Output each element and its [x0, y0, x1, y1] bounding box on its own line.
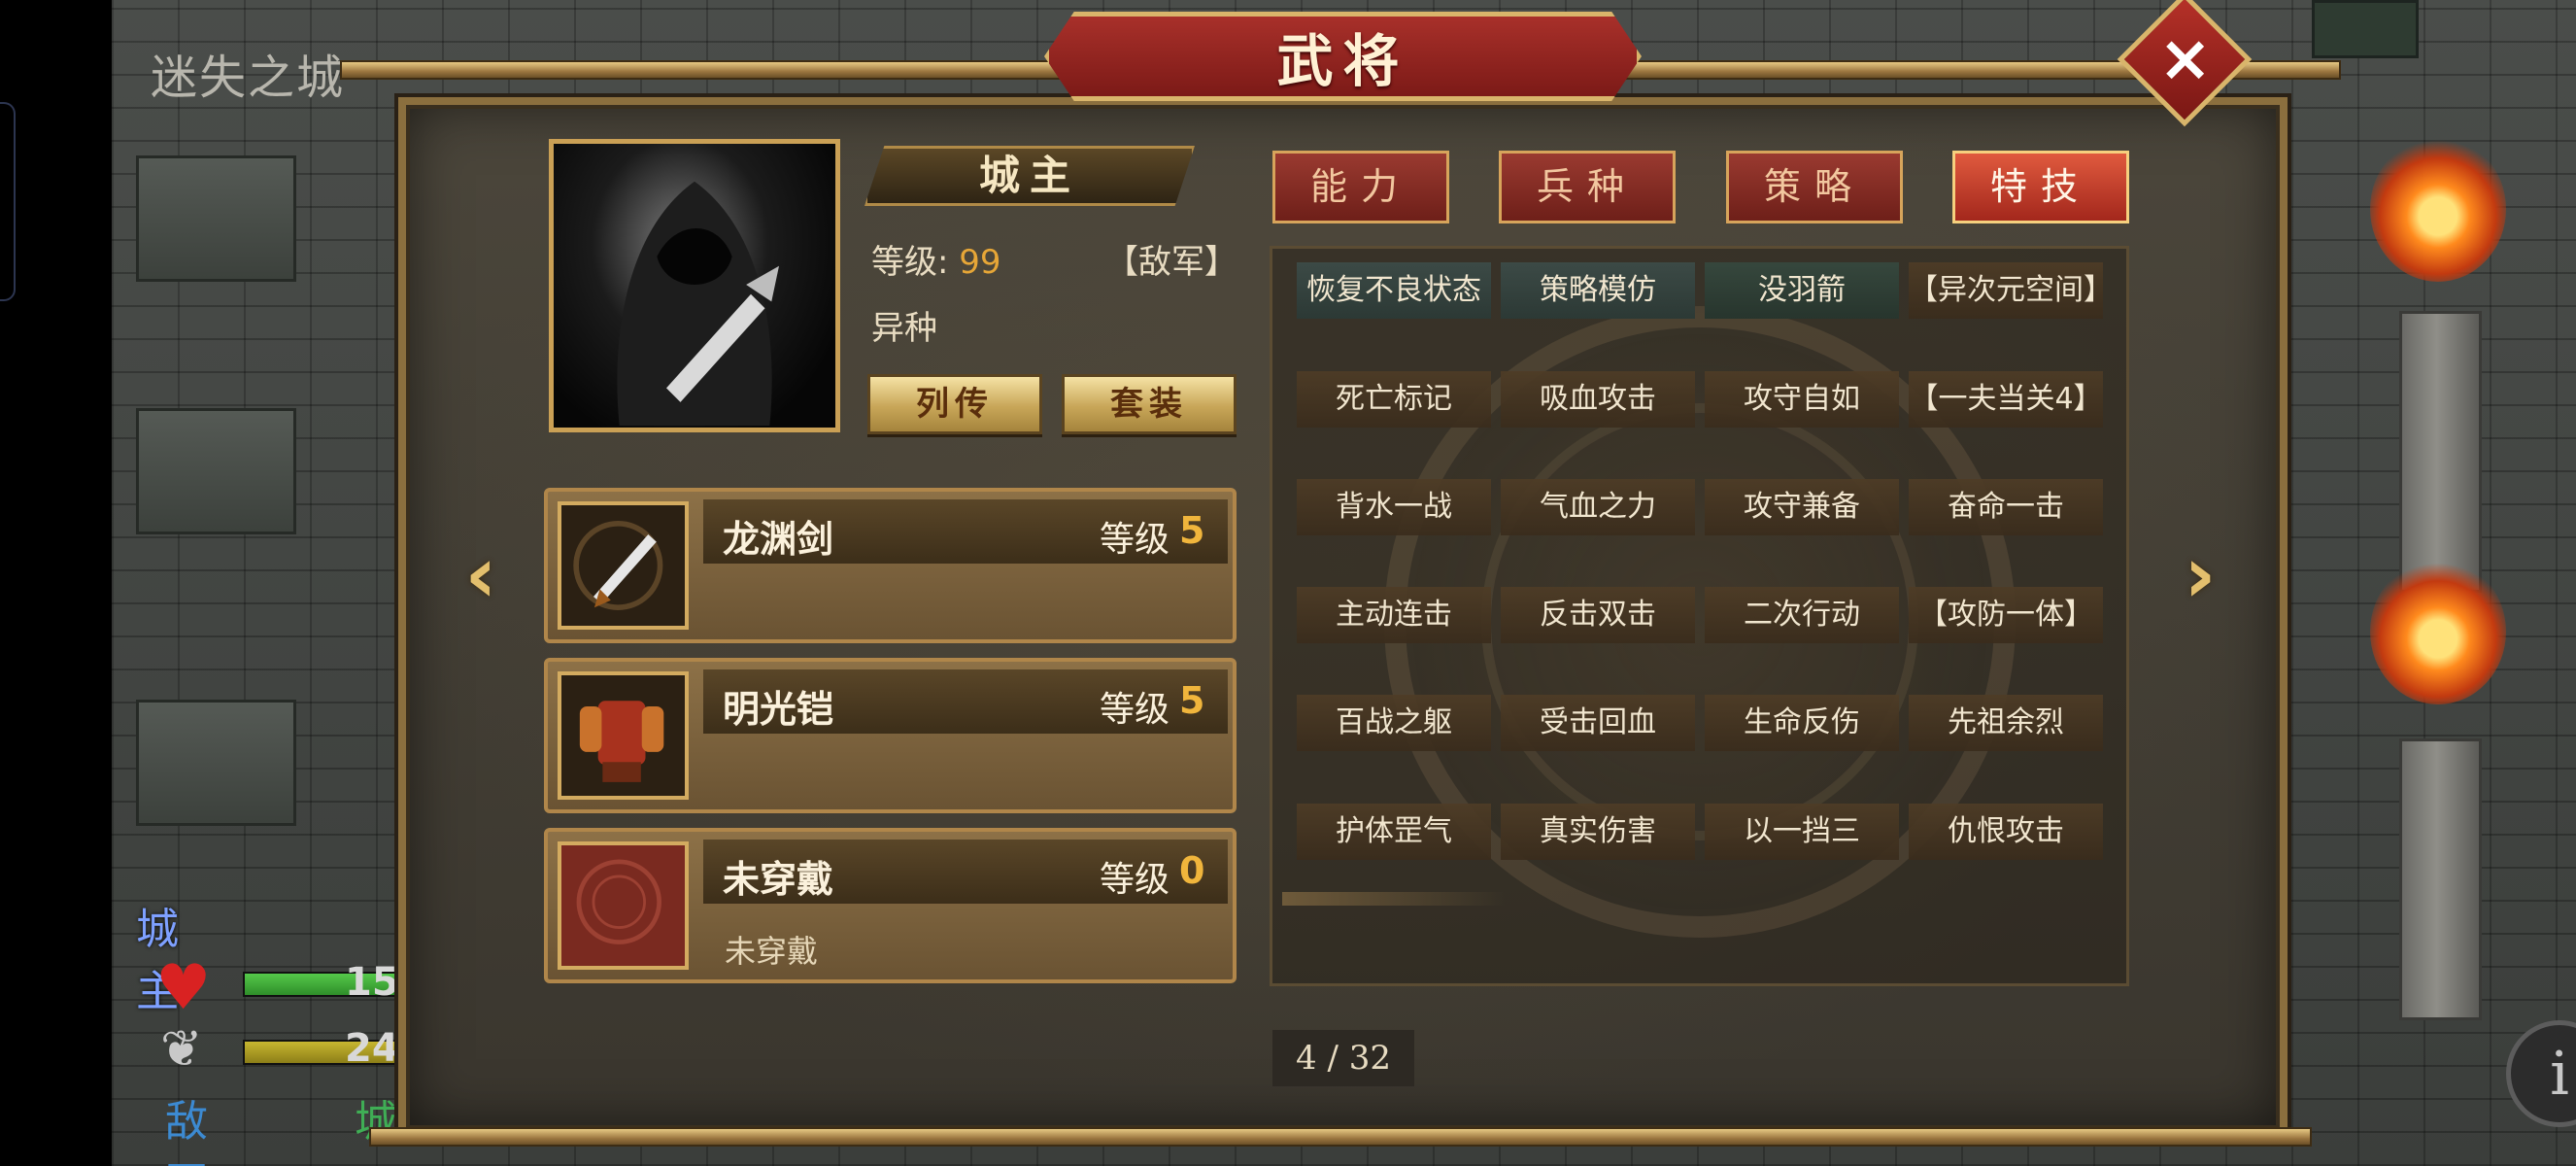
equipment-name: 龙渊剑: [723, 518, 834, 561]
stone-pillar: [2399, 738, 2482, 1020]
general-level: 等级: 99: [871, 235, 1001, 283]
skill-item[interactable]: 二次行动: [1705, 587, 1899, 643]
skill-item[interactable]: 攻守兼备: [1705, 479, 1899, 535]
page-indicator: 4 / 32: [1272, 1030, 1414, 1086]
skill-item[interactable]: 主动连击: [1297, 587, 1491, 643]
skill-item[interactable]: 生命反伤: [1705, 695, 1899, 751]
left-edge: [0, 0, 112, 1166]
side-notch: [0, 102, 16, 301]
equipment-level: 5: [1179, 509, 1205, 552]
skill-item[interactable]: 吸血攻击: [1501, 371, 1695, 428]
hooded-figure-icon: [617, 181, 779, 427]
skill-item[interactable]: 以一挡三: [1705, 804, 1899, 860]
fire-effect: [2370, 559, 2506, 704]
equipment-subtitle: 未穿戴: [725, 933, 819, 970]
dialog-title: 武将: [1276, 28, 1409, 94]
equipment-level-label: 等级: [1100, 690, 1170, 730]
divider: [1282, 892, 1506, 906]
skill-item[interactable]: 真实伤害: [1501, 804, 1695, 860]
stone-pillar: [2399, 311, 2482, 593]
skill-item[interactable]: 策略模仿: [1501, 262, 1695, 319]
skill-item[interactable]: 恢复不良状态: [1297, 262, 1491, 319]
general-type: 异种: [871, 309, 937, 348]
mp-value: 24: [345, 1026, 399, 1071]
heart-icon: ♥: [155, 952, 212, 1024]
general-portrait: [549, 139, 840, 432]
chevron-right-icon[interactable]: ›: [2166, 536, 2234, 614]
chevron-left-icon[interactable]: ‹: [447, 536, 515, 614]
equipment-level-label: 等级: [1100, 520, 1170, 560]
skill-item[interactable]: 先祖余烈: [1909, 695, 2103, 751]
skill-item[interactable]: 没羽箭: [1705, 262, 1899, 319]
hp-value: 15: [345, 960, 399, 1005]
equipment-level: 5: [1179, 679, 1205, 722]
general-name: 城主: [864, 146, 1195, 206]
armor-icon: [558, 671, 689, 800]
map-title: 迷失之城: [151, 51, 346, 105]
skill-item[interactable]: 反击双击: [1501, 587, 1695, 643]
skill-item[interactable]: 受击回血: [1501, 695, 1695, 751]
skill-item[interactable]: 【攻防一体】: [1909, 587, 2103, 643]
sword-icon: [558, 501, 689, 630]
general-camp: 【敌军】: [1105, 243, 1237, 282]
level-value: 99: [959, 243, 1001, 282]
equipment-name: 未穿戴: [723, 858, 834, 901]
map-building: [136, 155, 296, 282]
outfit-button[interactable]: 套装: [1062, 374, 1237, 434]
level-label: 等级:: [871, 243, 949, 282]
feather-icon: ❦: [160, 1020, 203, 1079]
equipment-slot-armor[interactable]: 明光铠 等级 5: [544, 658, 1237, 813]
title-banner: 武将: [1044, 12, 1642, 101]
map-building: [136, 700, 296, 826]
equipment-slot-accessory[interactable]: 未穿戴 等级 0 未穿戴: [544, 828, 1237, 983]
map-building: [136, 408, 296, 534]
equipment-name: 明光铠: [723, 688, 834, 731]
skill-item[interactable]: 护体罡气: [1297, 804, 1491, 860]
equipment-level-label: 等级: [1100, 860, 1170, 900]
skill-item[interactable]: 背水一战: [1297, 479, 1491, 535]
equipment-slot-weapon[interactable]: 龙渊剑 等级 5: [544, 488, 1237, 643]
map-tile: [2312, 0, 2419, 58]
tab-special-skills[interactable]: 特技: [1952, 151, 2129, 223]
close-icon: ×: [2158, 20, 2213, 96]
biography-button[interactable]: 列传: [867, 374, 1042, 434]
fire-effect: [2370, 136, 2506, 282]
equipment-level: 0: [1179, 849, 1205, 892]
skill-item[interactable]: 气血之力: [1501, 479, 1695, 535]
tab-troop-type[interactable]: 兵种: [1499, 151, 1676, 223]
skill-item[interactable]: 奋命一击: [1909, 479, 2103, 535]
skill-item[interactable]: 死亡标记: [1297, 371, 1491, 428]
skill-item[interactable]: 【异次元空间】: [1909, 262, 2113, 319]
skill-item[interactable]: 【一夫当关4】: [1909, 371, 2103, 428]
hud-camp-label: 敌军: [165, 1097, 208, 1166]
tab-ability[interactable]: 能力: [1272, 151, 1449, 223]
empty-slot-icon: [558, 841, 689, 970]
skill-item[interactable]: 百战之躯: [1297, 695, 1491, 751]
skill-item[interactable]: 仇恨攻击: [1909, 804, 2103, 860]
bottom-rail: [369, 1127, 2312, 1147]
tab-strategy[interactable]: 策略: [1726, 151, 1903, 223]
skill-item[interactable]: 攻守自如: [1705, 371, 1899, 428]
